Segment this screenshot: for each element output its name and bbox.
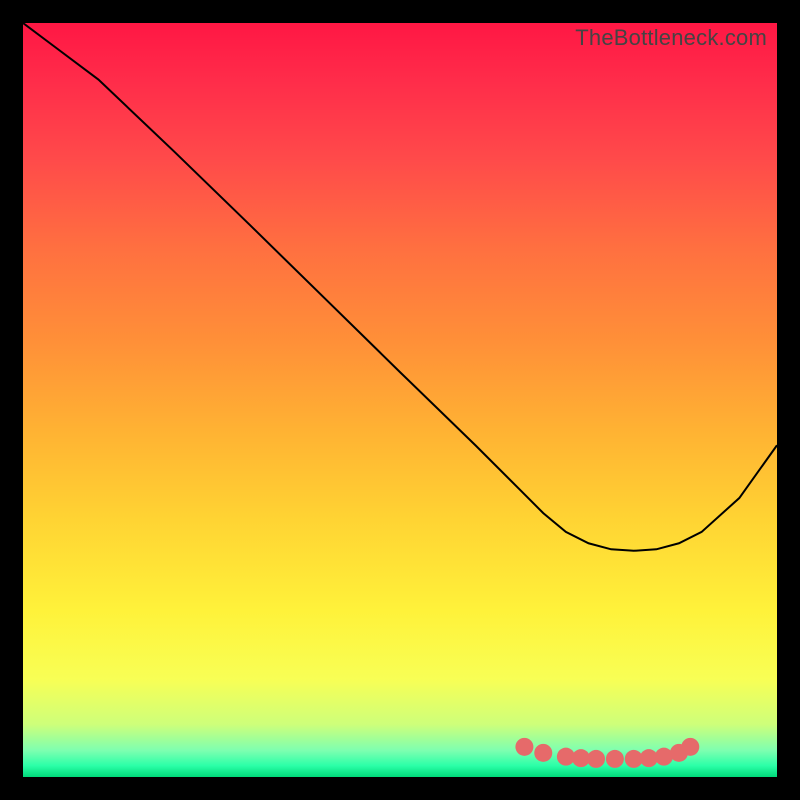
marker-dot (655, 748, 673, 766)
marker-dot (587, 750, 605, 768)
plot-area: TheBottleneck.com (23, 23, 777, 777)
optimal-range-markers (515, 738, 699, 768)
bottleneck-curve (23, 23, 777, 551)
marker-dot (681, 738, 699, 756)
chart-container: TheBottleneck.com (0, 0, 800, 800)
marker-dot (515, 738, 533, 756)
marker-dot (534, 744, 552, 762)
watermark-text: TheBottleneck.com (575, 25, 767, 51)
marker-dot (606, 750, 624, 768)
chart-overlay (23, 23, 777, 777)
